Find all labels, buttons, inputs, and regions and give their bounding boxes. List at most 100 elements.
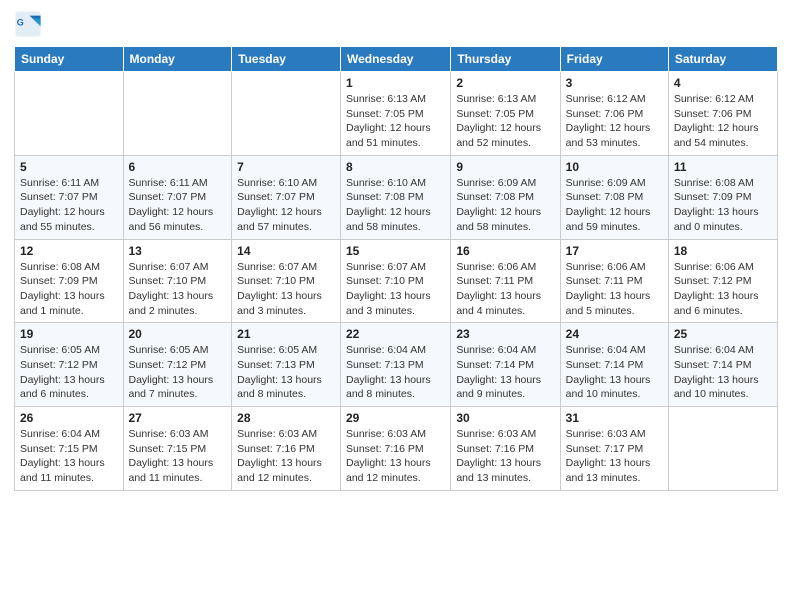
weekday-header-friday: Friday <box>560 47 668 72</box>
logo: G <box>14 10 46 38</box>
calendar-cell: 30Sunrise: 6:03 AM Sunset: 7:16 PM Dayli… <box>451 407 560 491</box>
calendar-cell: 5Sunrise: 6:11 AM Sunset: 7:07 PM Daylig… <box>15 155 124 239</box>
day-number: 27 <box>129 411 227 425</box>
calendar-body: 1 Sunrise: 6:13 AM Sunset: 7:05 PM Daylig… <box>15 72 778 491</box>
header: G <box>14 10 778 38</box>
weekday-header-saturday: Saturday <box>668 47 777 72</box>
calendar-cell: 6 Sunrise: 6:11 AM Sunset: 7:07 PM Daylig… <box>123 155 232 239</box>
day-number: 9 <box>456 160 554 174</box>
calendar-header: SundayMondayTuesdayWednesdayThursdayFrid… <box>15 47 778 72</box>
calendar-cell: 18 Sunrise: 6:06 AM Sunset: 7:12 PM Dayli… <box>668 239 777 323</box>
week-row-4: 26 Sunrise: 6:04 AM Sunset: 7:15 PM Dayli… <box>15 407 778 491</box>
calendar-cell: 21 Sunrise: 6:05 AM Sunset: 7:13 PM Dayli… <box>232 323 341 407</box>
calendar-cell: 19 Sunrise: 6:05 AM Sunset: 7:12 PM Dayli… <box>15 323 124 407</box>
day-number: 21 <box>237 327 335 341</box>
day-info: Sunrise: 6:12 AM Sunset: 7:06 PM Dayligh… <box>674 92 772 151</box>
day-info: Sunrise: 6:04 AM Sunset: 7:14 PM Dayligh… <box>674 343 772 402</box>
weekday-header-wednesday: Wednesday <box>341 47 451 72</box>
day-number: 20 <box>129 327 227 341</box>
day-number: 7 <box>237 160 335 174</box>
calendar-cell: 1 Sunrise: 6:13 AM Sunset: 7:05 PM Daylig… <box>341 72 451 156</box>
day-number: 23 <box>456 327 554 341</box>
day-number: 15 <box>346 244 445 258</box>
day-info: Sunrise: 6:04 AM Sunset: 7:14 PM Dayligh… <box>456 343 554 402</box>
calendar-cell: 20 Sunrise: 6:05 AM Sunset: 7:12 PM Dayli… <box>123 323 232 407</box>
day-info: Sunrise: 6:04 AM Sunset: 7:15 PM Dayligh… <box>20 427 118 486</box>
day-number: 14 <box>237 244 335 258</box>
day-number: 25 <box>674 327 772 341</box>
day-number: 12 <box>20 244 118 258</box>
day-number: 2 <box>456 76 554 90</box>
day-number: 19 <box>20 327 118 341</box>
calendar-cell: 13 Sunrise: 6:07 AM Sunset: 7:10 PM Dayli… <box>123 239 232 323</box>
calendar-cell: 12Sunrise: 6:08 AM Sunset: 7:09 PM Dayli… <box>15 239 124 323</box>
calendar-cell: 14Sunrise: 6:07 AM Sunset: 7:10 PM Dayli… <box>232 239 341 323</box>
day-info: Sunrise: 6:05 AM Sunset: 7:13 PM Dayligh… <box>237 343 335 402</box>
day-info: Sunrise: 6:08 AM Sunset: 7:09 PM Dayligh… <box>674 176 772 235</box>
calendar-cell: 8Sunrise: 6:10 AM Sunset: 7:08 PM Daylig… <box>341 155 451 239</box>
day-info: Sunrise: 6:11 AM Sunset: 7:07 PM Dayligh… <box>129 176 227 235</box>
day-info: Sunrise: 6:12 AM Sunset: 7:06 PM Dayligh… <box>566 92 663 151</box>
week-row-0: 1 Sunrise: 6:13 AM Sunset: 7:05 PM Daylig… <box>15 72 778 156</box>
calendar-cell: 22Sunrise: 6:04 AM Sunset: 7:13 PM Dayli… <box>341 323 451 407</box>
day-info: Sunrise: 6:06 AM Sunset: 7:11 PM Dayligh… <box>456 260 554 319</box>
calendar-cell: 9Sunrise: 6:09 AM Sunset: 7:08 PM Daylig… <box>451 155 560 239</box>
day-info: Sunrise: 6:03 AM Sunset: 7:16 PM Dayligh… <box>237 427 335 486</box>
calendar-cell: 11 Sunrise: 6:08 AM Sunset: 7:09 PM Dayli… <box>668 155 777 239</box>
calendar-cell: 23 Sunrise: 6:04 AM Sunset: 7:14 PM Dayli… <box>451 323 560 407</box>
day-number: 1 <box>346 76 445 90</box>
weekday-header-tuesday: Tuesday <box>232 47 341 72</box>
day-info: Sunrise: 6:05 AM Sunset: 7:12 PM Dayligh… <box>20 343 118 402</box>
day-info: Sunrise: 6:09 AM Sunset: 7:08 PM Dayligh… <box>566 176 663 235</box>
day-info: Sunrise: 6:05 AM Sunset: 7:12 PM Dayligh… <box>129 343 227 402</box>
day-info: Sunrise: 6:03 AM Sunset: 7:16 PM Dayligh… <box>456 427 554 486</box>
day-number: 8 <box>346 160 445 174</box>
day-info: Sunrise: 6:07 AM Sunset: 7:10 PM Dayligh… <box>129 260 227 319</box>
calendar-cell <box>232 72 341 156</box>
day-number: 13 <box>129 244 227 258</box>
day-info: Sunrise: 6:06 AM Sunset: 7:11 PM Dayligh… <box>566 260 663 319</box>
day-number: 10 <box>566 160 663 174</box>
day-number: 24 <box>566 327 663 341</box>
day-info: Sunrise: 6:04 AM Sunset: 7:13 PM Dayligh… <box>346 343 445 402</box>
day-number: 26 <box>20 411 118 425</box>
logo-icon: G <box>14 10 42 38</box>
page: G SundayMondayTuesdayWednesdayThursdayFr… <box>0 0 792 612</box>
day-info: Sunrise: 6:07 AM Sunset: 7:10 PM Dayligh… <box>346 260 445 319</box>
day-number: 6 <box>129 160 227 174</box>
calendar-cell: 17 Sunrise: 6:06 AM Sunset: 7:11 PM Dayli… <box>560 239 668 323</box>
calendar-cell: 2 Sunrise: 6:13 AM Sunset: 7:05 PM Daylig… <box>451 72 560 156</box>
day-number: 4 <box>674 76 772 90</box>
calendar-cell: 26 Sunrise: 6:04 AM Sunset: 7:15 PM Dayli… <box>15 407 124 491</box>
weekday-header-thursday: Thursday <box>451 47 560 72</box>
svg-text:G: G <box>17 17 24 27</box>
calendar-cell: 29Sunrise: 6:03 AM Sunset: 7:16 PM Dayli… <box>341 407 451 491</box>
day-info: Sunrise: 6:13 AM Sunset: 7:05 PM Dayligh… <box>346 92 445 151</box>
calendar-cell: 10 Sunrise: 6:09 AM Sunset: 7:08 PM Dayli… <box>560 155 668 239</box>
day-number: 18 <box>674 244 772 258</box>
day-info: Sunrise: 6:03 AM Sunset: 7:16 PM Dayligh… <box>346 427 445 486</box>
calendar-cell: 3Sunrise: 6:12 AM Sunset: 7:06 PM Daylig… <box>560 72 668 156</box>
weekday-header-sunday: Sunday <box>15 47 124 72</box>
calendar-cell: 25 Sunrise: 6:04 AM Sunset: 7:14 PM Dayli… <box>668 323 777 407</box>
day-info: Sunrise: 6:10 AM Sunset: 7:07 PM Dayligh… <box>237 176 335 235</box>
day-info: Sunrise: 6:03 AM Sunset: 7:15 PM Dayligh… <box>129 427 227 486</box>
day-number: 17 <box>566 244 663 258</box>
week-row-3: 19 Sunrise: 6:05 AM Sunset: 7:12 PM Dayli… <box>15 323 778 407</box>
weekday-row: SundayMondayTuesdayWednesdayThursdayFrid… <box>15 47 778 72</box>
week-row-2: 12Sunrise: 6:08 AM Sunset: 7:09 PM Dayli… <box>15 239 778 323</box>
calendar-cell: 27 Sunrise: 6:03 AM Sunset: 7:15 PM Dayli… <box>123 407 232 491</box>
calendar-cell: 7 Sunrise: 6:10 AM Sunset: 7:07 PM Daylig… <box>232 155 341 239</box>
calendar-cell <box>123 72 232 156</box>
day-info: Sunrise: 6:04 AM Sunset: 7:14 PM Dayligh… <box>566 343 663 402</box>
day-info: Sunrise: 6:06 AM Sunset: 7:12 PM Dayligh… <box>674 260 772 319</box>
calendar-cell: 16 Sunrise: 6:06 AM Sunset: 7:11 PM Dayli… <box>451 239 560 323</box>
day-number: 28 <box>237 411 335 425</box>
day-number: 11 <box>674 160 772 174</box>
calendar-cell <box>15 72 124 156</box>
day-number: 16 <box>456 244 554 258</box>
week-row-1: 5Sunrise: 6:11 AM Sunset: 7:07 PM Daylig… <box>15 155 778 239</box>
day-info: Sunrise: 6:13 AM Sunset: 7:05 PM Dayligh… <box>456 92 554 151</box>
calendar-cell: 31Sunrise: 6:03 AM Sunset: 7:17 PM Dayli… <box>560 407 668 491</box>
day-info: Sunrise: 6:11 AM Sunset: 7:07 PM Dayligh… <box>20 176 118 235</box>
